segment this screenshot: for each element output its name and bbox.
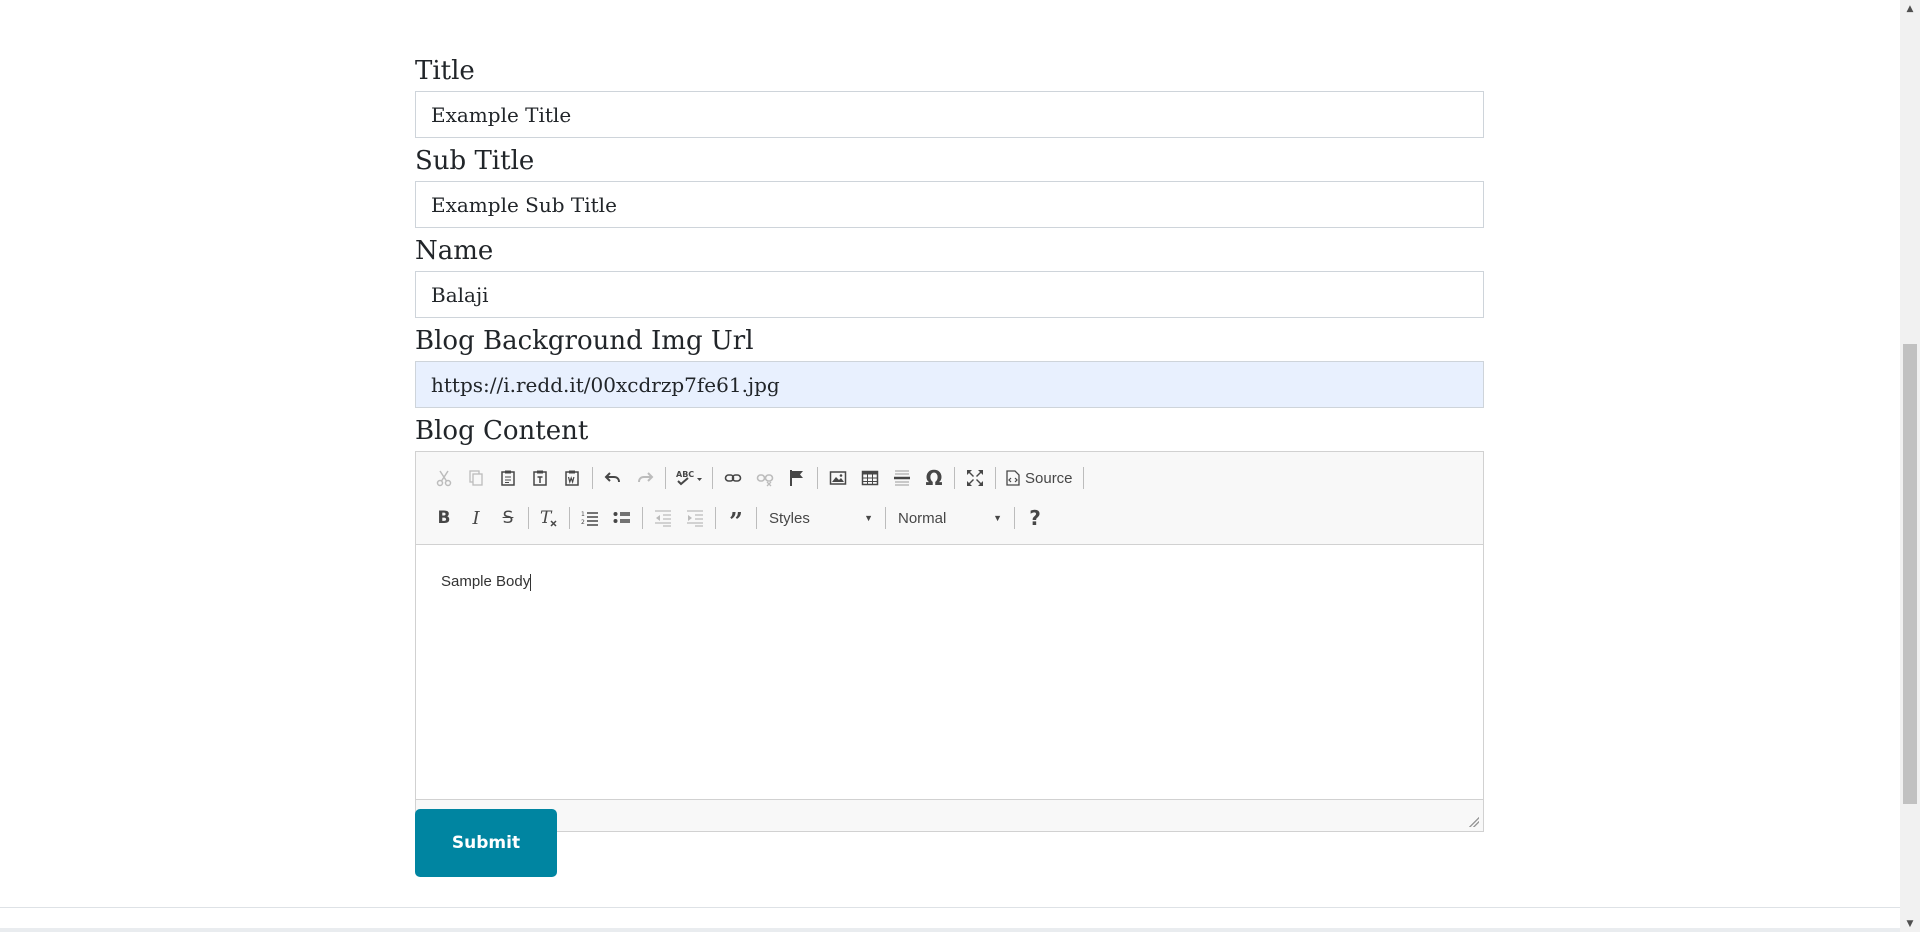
toolbar-separator	[712, 467, 713, 489]
toolbar-row-2: B I S T 12 ” Styles ▼ Normal ▼ ?	[428, 498, 1471, 538]
indent-icon[interactable]	[679, 503, 711, 533]
undo-icon[interactable]	[597, 463, 629, 493]
footer-divider	[0, 907, 1900, 908]
toolbar-separator	[885, 507, 886, 529]
styles-label: Styles	[769, 509, 810, 527]
toolbar-separator	[817, 467, 818, 489]
spellcheck-icon[interactable]: ABC	[670, 463, 708, 493]
numbered-list-icon[interactable]: 12	[574, 503, 606, 533]
blog-form: Title Example Title Sub Title Example Su…	[415, 56, 1484, 832]
italic-icon[interactable]: I	[460, 503, 492, 533]
toolbar-separator	[642, 507, 643, 529]
redo-icon[interactable]	[629, 463, 661, 493]
editor-content-area[interactable]: Sample Body	[416, 545, 1483, 795]
toolbar-row-1: ABC Ω Source	[428, 458, 1471, 498]
scroll-up-arrow-icon[interactable]: ▲	[1900, 0, 1920, 17]
paste-word-icon[interactable]	[556, 463, 588, 493]
blockquote-icon[interactable]: ”	[720, 503, 752, 534]
format-label: Normal	[898, 509, 947, 527]
page: Title Example Title Sub Title Example Su…	[0, 0, 1900, 932]
paste-icon[interactable]	[492, 463, 524, 493]
chevron-down-icon: ▼	[864, 513, 873, 523]
paste-text-icon[interactable]	[524, 463, 556, 493]
resize-handle-icon[interactable]	[1469, 817, 1479, 827]
unlink-icon[interactable]	[749, 463, 781, 493]
toolbar-separator	[715, 507, 716, 529]
strike-icon[interactable]: S	[492, 503, 524, 533]
name-label: Name	[415, 236, 494, 266]
styles-dropdown[interactable]: Styles ▼	[761, 503, 881, 533]
bg-img-url-label: Blog Background Img Url	[415, 326, 754, 356]
image-icon[interactable]	[822, 463, 854, 493]
name-input[interactable]: Balaji	[415, 271, 1484, 318]
bold-icon[interactable]: B	[428, 503, 460, 533]
footer-strip	[0, 928, 1900, 932]
subtitle-label: Sub Title	[415, 146, 535, 176]
source-label: Source	[1025, 469, 1073, 487]
svg-text:2: 2	[581, 519, 585, 526]
rich-text-editor: ABC Ω Source B I S T 1 2 ” Styles ▼ Norm…	[415, 451, 1484, 832]
remove-format-icon[interactable]: T	[533, 503, 565, 533]
bulleted-list-icon[interactable]	[606, 503, 638, 533]
editor-body-text: Sample Body	[441, 573, 531, 590]
maximize-icon[interactable]	[959, 463, 991, 493]
outdent-icon[interactable]	[647, 503, 679, 533]
editor-toolbar: ABC Ω Source B I S T 1 2 ” Styles ▼ Norm…	[416, 452, 1483, 545]
source-icon	[1006, 470, 1020, 486]
blog-content-label: Blog Content	[415, 416, 589, 446]
svg-text:1: 1	[581, 511, 585, 518]
help-icon[interactable]: ?	[1019, 503, 1051, 533]
svg-text:ABC: ABC	[676, 470, 694, 479]
scroll-down-arrow-icon[interactable]: ▼	[1900, 915, 1920, 932]
text-cursor	[530, 573, 532, 591]
toolbar-separator	[954, 467, 955, 489]
subtitle-input[interactable]: Example Sub Title	[415, 181, 1484, 228]
toolbar-separator	[1014, 507, 1015, 529]
horizontal-rule-icon[interactable]	[886, 463, 918, 493]
toolbar-separator	[1082, 467, 1084, 489]
toolbar-separator	[528, 507, 529, 529]
table-icon[interactable]	[854, 463, 886, 493]
submit-button[interactable]: Submit	[415, 809, 557, 877]
vertical-scrollbar[interactable]: ▲ ▼	[1900, 0, 1920, 932]
format-dropdown[interactable]: Normal ▼	[890, 503, 1010, 533]
cut-icon[interactable]	[428, 463, 460, 493]
link-icon[interactable]	[717, 463, 749, 493]
anchor-icon[interactable]	[781, 463, 813, 493]
toolbar-separator	[569, 507, 570, 529]
toolbar-separator	[756, 507, 757, 529]
toolbar-separator	[665, 467, 666, 489]
editor-element-path: body p	[416, 799, 1483, 831]
title-input[interactable]: Example Title	[415, 91, 1484, 138]
copy-icon[interactable]	[460, 463, 492, 493]
toolbar-separator	[592, 467, 593, 489]
scrollbar-thumb[interactable]	[1903, 344, 1917, 804]
chevron-down-icon: ▼	[993, 513, 1002, 523]
toolbar-separator	[995, 467, 996, 489]
source-button[interactable]: Source	[1000, 463, 1079, 493]
bg-img-url-input[interactable]: https://i.redd.it/00xcdrzp7fe61.jpg	[415, 361, 1484, 408]
title-label: Title	[415, 56, 475, 86]
special-char-icon[interactable]: Ω	[918, 463, 950, 493]
